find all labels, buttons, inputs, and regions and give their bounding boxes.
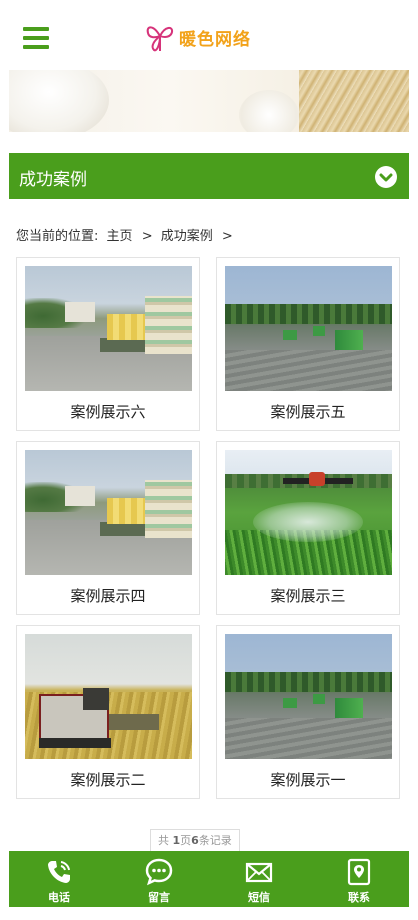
case-photo [25,634,192,759]
pagination-prefix: 共 [158,834,169,847]
case-card[interactable]: 案例展示一 [216,625,400,799]
nav-message-label: 留言 [148,891,170,904]
case-photo [225,450,392,575]
section-title: 成功案例 [19,170,87,190]
nav-phone-label: 电话 [48,891,70,904]
chevron-down-icon[interactable] [375,166,397,188]
case-title: 案例展示三 [270,587,346,605]
breadcrumb-home-link[interactable]: 主页 [107,229,133,244]
case-photo [25,266,192,391]
nav-phone-button[interactable]: 电话 [9,851,109,907]
case-title: 案例展示五 [270,403,346,421]
case-photo [225,634,392,759]
banner-image [9,70,409,132]
bottom-nav: 电话 留言 短信 联系 [9,851,409,907]
pagination-page-unit: 页 [180,834,192,847]
case-card[interactable]: 案例展示四 [16,441,200,615]
section-bar: 成功案例 [9,153,409,199]
header: 暖色网络 [9,0,409,70]
case-photo [25,450,192,575]
pagination-record-unit: 条记录 [198,834,232,847]
case-card[interactable]: 案例展示二 [16,625,200,799]
case-card[interactable]: 案例展示三 [216,441,400,615]
nav-message-button[interactable]: 留言 [109,851,209,907]
breadcrumb-prefix: 您当前的位置: [16,229,99,244]
breadcrumb-current-link[interactable]: 成功案例 [161,229,213,244]
pagination-records: 6 [191,834,199,847]
pagination-summary: 共 1页6条记录 [150,829,240,853]
mail-icon [245,862,273,883]
page-frame: 暖色网络 成功案例 您当前的位置: 主页 > 成功案例 > 案例展示六 案例展示… [9,0,409,920]
nav-sms-button[interactable]: 短信 [209,851,309,907]
case-title: 案例展示二 [70,771,146,789]
case-card[interactable]: 案例展示五 [216,257,400,431]
case-title: 案例展示六 [70,403,146,421]
breadcrumb: 您当前的位置: 主页 > 成功案例 > [16,225,237,244]
case-card[interactable]: 案例展示六 [16,257,200,431]
logo[interactable]: 暖色网络 [145,20,251,54]
pagination-pages: 1 [172,834,181,847]
case-title: 案例展示四 [70,587,146,605]
nav-contact-button[interactable]: 联系 [309,851,409,907]
case-photo [225,266,392,391]
breadcrumb-trail-separator: > [221,229,233,244]
logo-text: 暖色网络 [179,29,251,50]
breadcrumb-separator: > [141,229,153,244]
page-bottom-spacer [9,907,409,920]
message-icon [145,858,173,886]
phone-icon [48,861,70,883]
nav-sms-label: 短信 [248,891,270,904]
butterfly-logo-icon [146,26,174,52]
location-icon [347,858,371,886]
nav-contact-label: 联系 [348,891,370,904]
menu-icon[interactable] [23,27,49,51]
case-title: 案例展示一 [270,771,346,789]
